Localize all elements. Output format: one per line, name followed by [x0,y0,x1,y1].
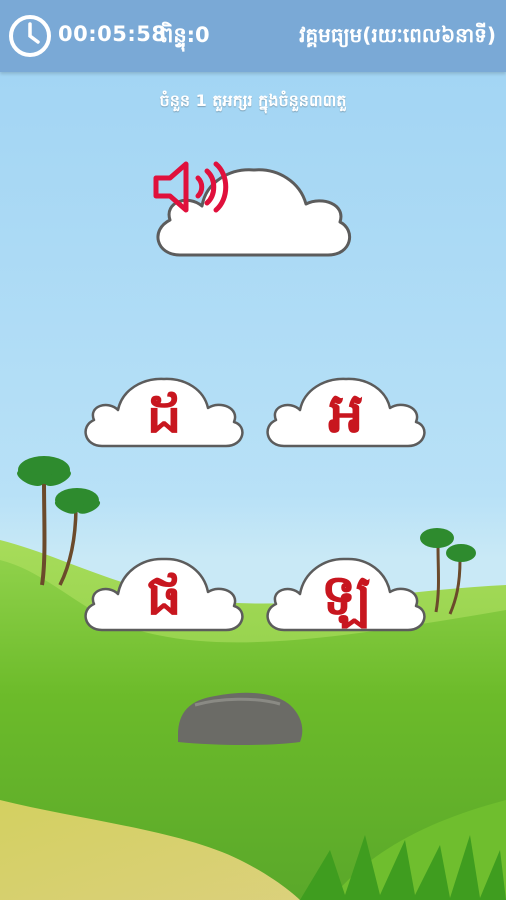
answer-option-4[interactable]: ឡ [262,550,430,636]
timer: 00:05:58 [58,22,167,46]
answer-option-1[interactable]: ដ [80,370,248,452]
answer-letter: អ [328,380,364,446]
play-sound-button[interactable] [150,160,358,272]
instruction-text: ចំនួន 1 តួអក្សរ ក្នុងចំនួន៣៣តួ [159,91,347,110]
answer-option-2[interactable]: អ [262,370,430,452]
level-title: វគ្គមធ្យម(រយៈពេល៦នាទី) [299,23,496,47]
answer-letter: ដ [146,380,182,446]
answer-letter: ផ [146,562,182,628]
score: ពិន្ទុ:0 [160,23,210,47]
top-bar: 00:05:58 ពិន្ទុ:0 វគ្គមធ្យម(រយៈពេល៦នាទី) [0,0,506,72]
clock-icon [9,15,51,57]
landscape-background [0,456,506,900]
speaker-icon [153,161,229,213]
answer-letter: ឡ [320,562,372,628]
answer-option-3[interactable]: ផ [80,550,248,636]
